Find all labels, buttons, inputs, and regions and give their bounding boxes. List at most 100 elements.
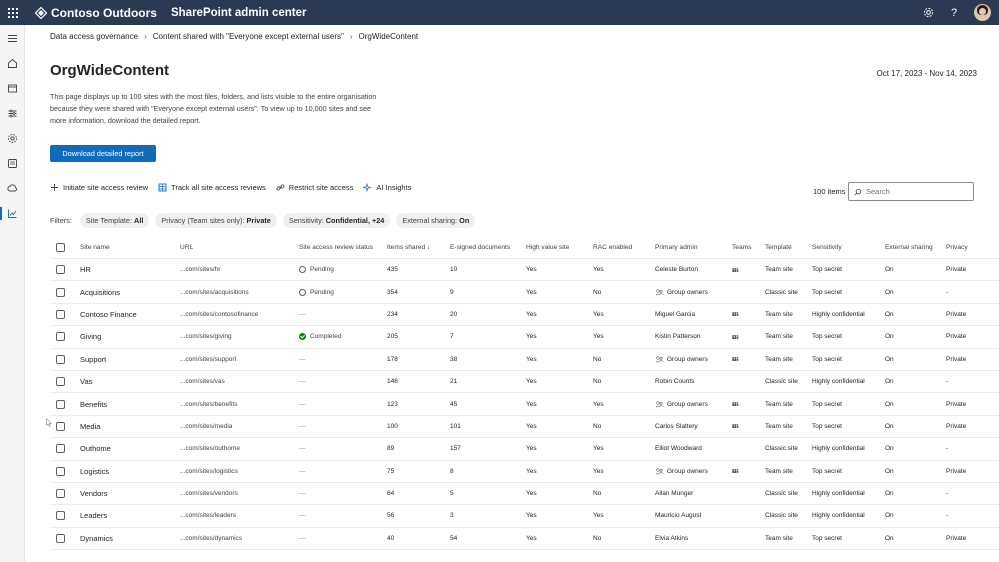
help-icon[interactable]: ? <box>948 7 960 19</box>
filter-pill-site-template[interactable]: Site Template: All <box>79 213 150 228</box>
site-name-link[interactable]: Acquisitions <box>80 281 120 302</box>
high-value-site: Yes <box>526 400 537 408</box>
table-row[interactable]: HR ...com/sites/hr Pending 435 10 Yes Yes Celes… <box>50 259 999 282</box>
external-sharing: On <box>885 333 894 341</box>
table-row[interactable]: Benefits ...com/sites/benefits — 123 45 Yes Ye… <box>50 393 999 416</box>
row-checkbox[interactable] <box>56 259 65 280</box>
command-label: Restrict site access <box>288 183 354 192</box>
search-input[interactable] <box>866 187 966 196</box>
site-name-link[interactable]: Leaders <box>80 505 107 526</box>
table-row[interactable]: Vendors ...com/sites/vendors — 64 5 Yes No Alla… <box>50 483 999 506</box>
app-launcher-icon[interactable] <box>0 0 25 25</box>
external-sharing: On <box>885 355 894 363</box>
row-checkbox[interactable] <box>56 281 65 302</box>
row-checkbox[interactable] <box>56 371 65 392</box>
column-header-external-sharing[interactable]: External sharing <box>885 237 933 258</box>
primary-admin: Group owners <box>655 349 708 370</box>
table-row[interactable]: Media ...com/sites/media — 100 101 Yes No Carlo… <box>50 416 999 439</box>
row-checkbox[interactable] <box>56 326 65 347</box>
privacy: Private <box>946 333 967 341</box>
sites-icon[interactable] <box>6 82 19 95</box>
site-name-link[interactable]: Benefits <box>80 393 107 414</box>
home-icon[interactable] <box>6 57 19 70</box>
column-header-esigned[interactable]: E-signed documents <box>450 237 510 258</box>
primary-admin: Celeste Burton <box>655 259 698 280</box>
filter-pill-external-sharing[interactable]: External sharing: On <box>396 213 476 228</box>
column-header-template[interactable]: Template <box>765 237 792 258</box>
group-owners-icon <box>655 356 664 363</box>
table-row[interactable]: Outhome ...com/sites/outhome — 89 157 Yes Yes E… <box>50 438 999 461</box>
site-name-link[interactable]: Outhome <box>80 438 111 459</box>
breadcrumb-item[interactable]: Data access governance <box>50 32 138 41</box>
column-header-status[interactable]: Site access review status <box>299 237 373 258</box>
hamburger-menu-icon[interactable] <box>6 32 19 45</box>
site-name-link[interactable]: Contoso Finance <box>80 304 137 325</box>
column-header-sensitivity[interactable]: Sensitivity <box>812 237 842 258</box>
ai-insights-command[interactable]: AI Insights <box>363 183 411 192</box>
table-row[interactable]: Support ...com/sites/support — 178 38 Yes No Gr… <box>50 349 999 371</box>
high-value-site: Yes <box>526 333 537 341</box>
site-name-link[interactable]: Dynamics <box>80 528 113 549</box>
table-row[interactable]: Vas ...com/sites/vas — 146 21 Yes No Robin Coun… <box>50 371 999 394</box>
column-header-items-shared[interactable]: Items shared ↓ <box>387 237 430 258</box>
initiate-review-command[interactable]: Initiate site access review <box>50 183 148 192</box>
column-header-privacy[interactable]: Privacy <box>946 237 968 258</box>
site-name-link[interactable]: Vendors <box>80 483 108 504</box>
row-checkbox[interactable] <box>56 416 65 437</box>
column-header-url[interactable]: URL <box>180 237 193 258</box>
column-header-primary-admin[interactable]: Primary admin <box>655 237 698 258</box>
column-header-site-name[interactable]: Site name <box>80 237 110 258</box>
table-row[interactable]: Leaders ...com/sites/leaders — 56 3 Yes Yes Mau… <box>50 505 999 528</box>
table-row[interactable]: Contoso Finance ...com/sites/contosofinan… <box>50 304 999 327</box>
reports-icon[interactable] <box>0 207 19 220</box>
filter-pill-privacy[interactable]: Privacy (Team sites only): Private <box>155 213 277 228</box>
gear-icon[interactable] <box>922 7 934 19</box>
breadcrumb-item[interactable]: Content shared with "Everyone except ext… <box>153 32 344 41</box>
download-report-button[interactable]: Download detailed report <box>50 145 156 162</box>
select-all-checkbox[interactable] <box>56 237 65 258</box>
row-checkbox[interactable] <box>56 438 65 459</box>
brand[interactable]: Contoso Outdoors <box>35 6 157 20</box>
migration-icon[interactable] <box>6 182 19 195</box>
sensitivity-label: Highly confidential <box>812 512 865 520</box>
external-sharing: On <box>885 288 894 296</box>
track-reviews-command[interactable]: Track all site access reviews <box>158 183 266 192</box>
site-name-link[interactable]: Giving <box>80 326 101 347</box>
high-value-site: Yes <box>526 266 537 274</box>
site-name-link[interactable]: Logistics <box>80 461 109 482</box>
column-header-rac[interactable]: RAC enabled <box>593 237 632 258</box>
app-name[interactable]: SharePoint admin center <box>171 7 306 19</box>
row-checkbox[interactable] <box>56 461 65 482</box>
external-sharing: On <box>885 512 894 520</box>
site-name-link[interactable]: HR <box>80 259 91 280</box>
column-header-teams[interactable]: Teams <box>732 237 751 258</box>
site-template: Classic site <box>765 445 798 453</box>
table-row[interactable]: Logistics ...com/sites/logistics — 75 8 Yes Ye… <box>50 461 999 483</box>
search-box[interactable] <box>848 182 974 201</box>
site-name-link[interactable]: Support <box>80 349 106 370</box>
sensitivity-label: Highly confidential <box>812 490 865 498</box>
avatar[interactable] <box>974 4 991 21</box>
row-checkbox[interactable] <box>56 505 65 526</box>
row-checkbox[interactable] <box>56 393 65 414</box>
site-name-link[interactable]: Vas <box>80 371 92 392</box>
sensitivity-label: Top secret <box>812 422 842 430</box>
row-checkbox[interactable] <box>56 304 65 325</box>
filter-pill-sensitivity[interactable]: Sensitivity: Confidential, +24 <box>282 213 391 228</box>
column-header-high-value[interactable]: High value site <box>526 237 569 258</box>
table-row[interactable]: Giving ...com/sites/giving Completed 205 7 Ye… <box>50 326 999 349</box>
row-checkbox[interactable] <box>56 483 65 504</box>
row-checkbox[interactable] <box>56 349 65 370</box>
table-row[interactable]: Acquisitions ...com/sites/acquisitions Pen… <box>50 281 999 304</box>
restrict-access-command[interactable]: Restrict site access <box>276 183 354 192</box>
row-checkbox[interactable] <box>56 528 65 549</box>
external-sharing: On <box>885 266 894 274</box>
content-services-icon[interactable] <box>6 157 19 170</box>
site-name-link[interactable]: Media <box>80 416 100 437</box>
primary-admin: Allan Munger <box>655 483 693 504</box>
settings-icon[interactable] <box>6 132 19 145</box>
site-template: Team site <box>765 534 793 542</box>
table-row[interactable]: Dynamics ...com/sites/dynamics — 40 54 Yes No E… <box>50 528 999 551</box>
policies-icon[interactable] <box>6 107 19 120</box>
site-template: Classic site <box>765 288 798 296</box>
